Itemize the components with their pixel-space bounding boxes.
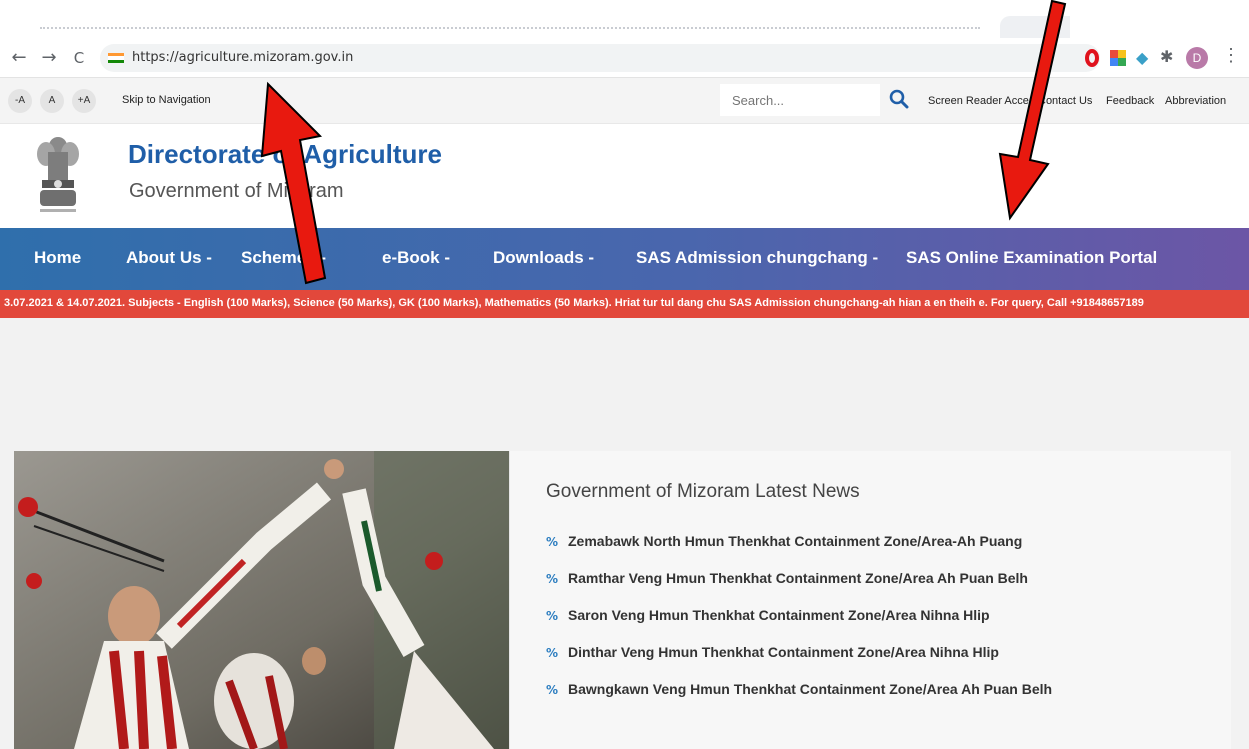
arrow-to-exam-portal-icon (998, 0, 1067, 221)
arrow-to-url-icon (260, 81, 327, 285)
annotation-arrows (260, 0, 1067, 285)
